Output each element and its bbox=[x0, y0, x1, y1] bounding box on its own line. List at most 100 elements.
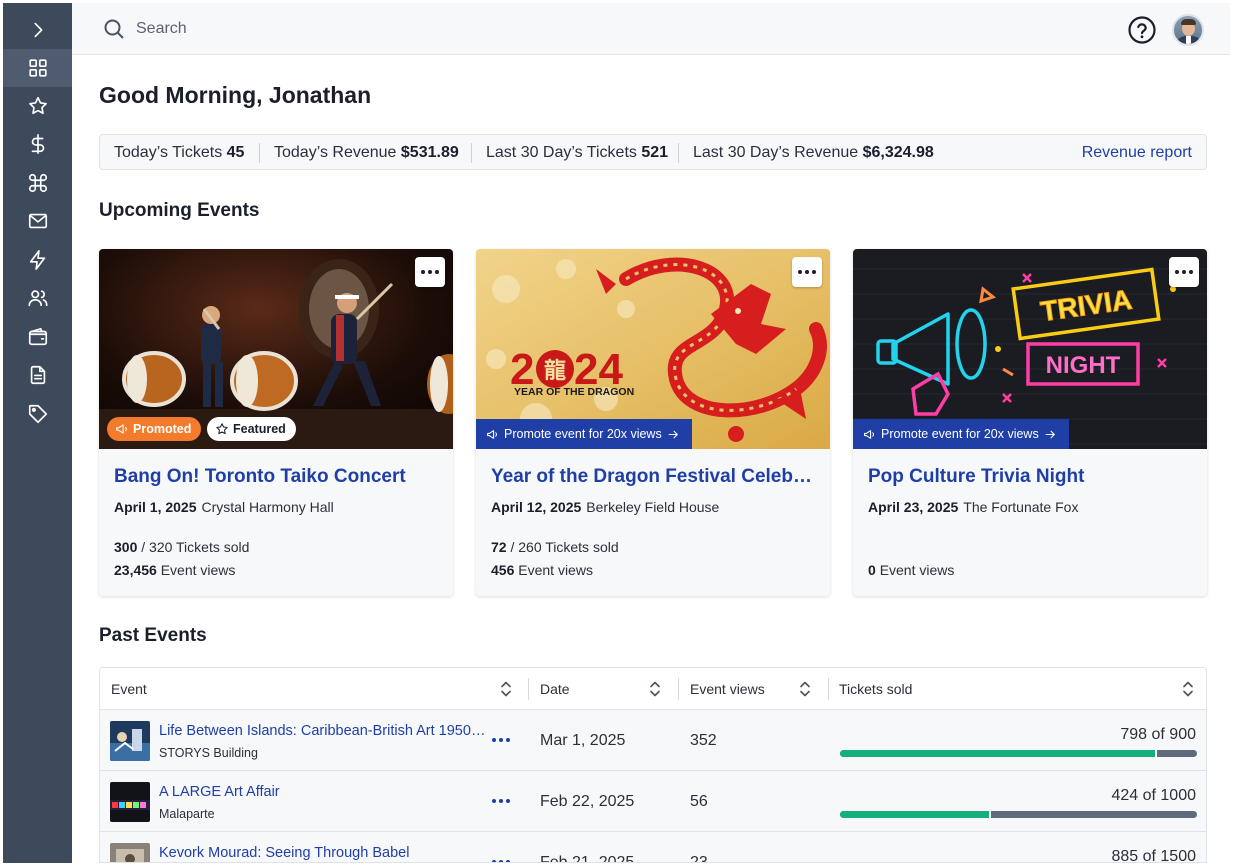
column-header-date[interactable]: Date bbox=[540, 668, 570, 710]
event-date-venue: April 23, 2025 The Fortunate Fox bbox=[868, 499, 1079, 515]
event-title[interactable]: Pop Culture Trivia Night bbox=[868, 466, 1193, 488]
sort-icon[interactable] bbox=[647, 680, 663, 698]
sidebar-item-tags[interactable] bbox=[3, 395, 72, 433]
event-thumbnail bbox=[110, 843, 150, 862]
event-date: Feb 22, 2025 bbox=[540, 793, 635, 810]
promote-event-button[interactable]: Promote event for 20x views bbox=[476, 419, 692, 449]
sidebar-item-finance[interactable] bbox=[3, 125, 72, 163]
table-header: Event Date Event views Tickets sold bbox=[100, 668, 1206, 710]
event-title[interactable]: Bang On! Toronto Taiko Concert bbox=[114, 466, 439, 488]
dashboard-icon bbox=[28, 59, 47, 77]
row-more-button[interactable] bbox=[492, 738, 510, 742]
promote-event-button[interactable]: Promote event for 20x views bbox=[853, 419, 1069, 449]
wallet-icon bbox=[28, 327, 47, 346]
event-thumbnail bbox=[110, 782, 150, 822]
event-card[interactable]: Promoted Featured Bang On! Toronto Taiko… bbox=[99, 249, 453, 596]
avatar[interactable] bbox=[1172, 14, 1204, 46]
column-header-tickets-sold[interactable]: Tickets sold bbox=[839, 668, 912, 710]
table-row[interactable]: Life Between Islands: Caribbean-British … bbox=[100, 709, 1206, 770]
event-tickets-sold: 72 / 260 Tickets sold bbox=[491, 539, 619, 555]
tickets-sold-bar-fill bbox=[840, 811, 992, 818]
stat-today-tickets: Today’s Tickets 45 bbox=[114, 144, 245, 161]
past-events-heading: Past Events bbox=[99, 625, 207, 646]
svg-text:NIGHT: NIGHT bbox=[1046, 352, 1121, 379]
card-more-button[interactable] bbox=[1169, 257, 1199, 287]
column-header-event[interactable]: Event bbox=[111, 668, 147, 710]
promoted-badge: Promoted bbox=[107, 417, 202, 441]
event-tickets-sold: 300 / 320 Tickets sold bbox=[114, 539, 250, 555]
event-venue: STORYS Building bbox=[159, 746, 258, 760]
sidebar-item-favorites[interactable] bbox=[3, 87, 72, 125]
row-more-button[interactable] bbox=[492, 860, 510, 862]
sort-icon[interactable] bbox=[1180, 680, 1196, 698]
sidebar-item-messages[interactable] bbox=[3, 202, 72, 240]
sort-icon[interactable] bbox=[498, 680, 514, 698]
page-title: Good Morning, Jonathan bbox=[99, 82, 372, 108]
sidebar-item-documents[interactable] bbox=[3, 356, 72, 394]
row-more-button[interactable] bbox=[492, 799, 510, 803]
event-thumbnail bbox=[110, 721, 150, 761]
more-icon bbox=[1175, 270, 1193, 274]
search-input[interactable] bbox=[136, 17, 436, 41]
stat-today-revenue: Today’s Revenue $531.89 bbox=[274, 144, 459, 161]
event-name-link[interactable]: A LARGE Art Affair bbox=[159, 784, 489, 800]
sidebar-item-wallet[interactable] bbox=[3, 318, 72, 356]
sort-icon[interactable] bbox=[797, 680, 813, 698]
event-views: 23,456 Event views bbox=[114, 562, 236, 578]
event-date: Mar 1, 2025 bbox=[540, 732, 626, 749]
dollar-icon bbox=[31, 134, 44, 154]
more-icon bbox=[421, 270, 439, 274]
event-title[interactable]: Year of the Dragon Festival Celebration bbox=[491, 466, 816, 488]
chevron-right-icon bbox=[33, 22, 42, 38]
event-date: Feb 21, 2025 bbox=[540, 854, 635, 863]
tag-icon bbox=[28, 404, 47, 424]
featured-badge: Featured bbox=[207, 417, 296, 441]
top-bar bbox=[72, 3, 1230, 55]
table-row[interactable]: A LARGE Art Affair Malaparte Feb 22, 202… bbox=[100, 770, 1206, 831]
star-icon bbox=[216, 423, 228, 435]
arrow-right-icon bbox=[1045, 430, 1055, 438]
event-name-link[interactable]: Kevork Mourad: Seeing Through Babel bbox=[159, 845, 489, 861]
card-more-button[interactable] bbox=[792, 257, 822, 287]
upcoming-events-heading: Upcoming Events bbox=[99, 200, 260, 221]
tickets-sold-text: 798 of 900 bbox=[1120, 726, 1196, 743]
event-card[interactable]: 2 龍 24 YEAR OF THE DRAGON Promote event … bbox=[476, 249, 830, 596]
event-image-trivia: TRIVIA NIGHT Promote event for 20x views bbox=[853, 249, 1207, 449]
sidebar-item-people[interactable] bbox=[3, 279, 72, 317]
expand-sidebar-button[interactable] bbox=[3, 11, 72, 49]
megaphone-icon bbox=[487, 429, 498, 439]
megaphone-icon bbox=[864, 429, 875, 439]
tickets-sold-text: 424 of 1000 bbox=[1111, 787, 1196, 804]
document-icon bbox=[30, 365, 45, 385]
svg-text:龍: 龍 bbox=[544, 358, 566, 384]
sidebar-item-automations[interactable] bbox=[3, 241, 72, 279]
arrow-right-icon bbox=[668, 430, 678, 438]
sidebar-item-shortcuts[interactable] bbox=[3, 164, 72, 202]
revenue-report-link[interactable]: Revenue report bbox=[1082, 144, 1192, 162]
stats-bar: Today’s Tickets 45 Today’s Revenue $531.… bbox=[99, 134, 1207, 170]
stat-last30-revenue: Last 30 Day’s Revenue $6,324.98 bbox=[693, 144, 934, 161]
event-views: 0 Event views bbox=[868, 562, 955, 578]
table-row[interactable]: Kevork Mourad: Seeing Through Babel Feb … bbox=[100, 831, 1206, 863]
event-views: 56 bbox=[690, 793, 708, 810]
event-date-venue: April 12, 2025 Berkeley Field House bbox=[491, 499, 720, 515]
column-header-event-views[interactable]: Event views bbox=[690, 668, 765, 710]
help-icon[interactable] bbox=[1127, 15, 1157, 45]
sidebar-item-dashboard[interactable] bbox=[3, 49, 72, 87]
star-icon bbox=[28, 96, 47, 115]
event-date-venue: April 1, 2025 Crystal Harmony Hall bbox=[114, 499, 334, 515]
event-name-link[interactable]: Life Between Islands: Caribbean-British … bbox=[159, 723, 489, 739]
command-icon bbox=[28, 173, 47, 193]
megaphone-icon bbox=[116, 424, 127, 434]
users-icon bbox=[27, 290, 48, 307]
svg-text:YEAR OF THE DRAGON: YEAR OF THE DRAGON bbox=[514, 386, 634, 398]
stat-last30-tickets: Last 30 Day’s Tickets 521 bbox=[486, 144, 669, 161]
event-views: 456 Event views bbox=[491, 562, 593, 578]
tickets-sold-bar bbox=[840, 811, 1197, 818]
mail-icon bbox=[28, 213, 47, 229]
search-icon bbox=[102, 17, 126, 41]
tickets-sold-bar-fill bbox=[840, 750, 1157, 757]
event-card[interactable]: TRIVIA NIGHT Promote event for 20x views… bbox=[853, 249, 1207, 596]
more-icon bbox=[798, 270, 816, 274]
card-more-button[interactable] bbox=[415, 257, 445, 287]
